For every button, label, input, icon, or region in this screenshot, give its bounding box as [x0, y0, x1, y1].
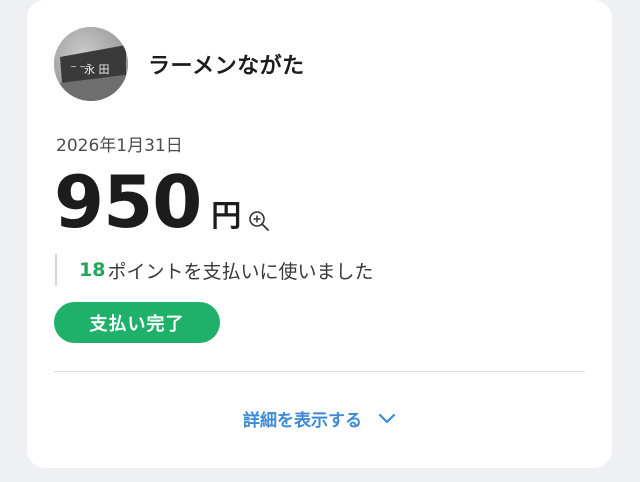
shop-header: ~ ~ 永 田 ラーメンながた: [54, 27, 305, 101]
shop-logo-image: ~ ~ 永 田: [54, 27, 128, 101]
payment-complete-badge: 支払い完了: [54, 302, 220, 343]
zoom-in-icon[interactable]: [247, 209, 271, 233]
points-used-text: ポイントを支払いに使いました: [107, 260, 374, 283]
points-used-note: 18 ポイントを支払いに使いました: [55, 254, 373, 286]
shop-avatar: ~ ~ 永 田: [54, 27, 128, 101]
chevron-down-icon: [378, 413, 396, 423]
currency-label: 円: [211, 199, 242, 234]
show-details-label: 詳細を表示する: [243, 411, 362, 431]
svg-text:永 田: 永 田: [84, 62, 110, 76]
show-details-button[interactable]: 詳細を表示する: [27, 406, 612, 431]
transaction-date: 2026年1月31日: [56, 136, 183, 156]
amount-row: 950 円: [54, 163, 271, 241]
shop-name: ラーメンながた: [148, 54, 305, 79]
points-count: 18: [79, 259, 106, 281]
payment-amount: 950: [54, 160, 202, 244]
divider: [54, 371, 585, 372]
transaction-card: ~ ~ 永 田 ラーメンながた 2026年1月31日 950 円 18 ポイント…: [27, 0, 612, 468]
